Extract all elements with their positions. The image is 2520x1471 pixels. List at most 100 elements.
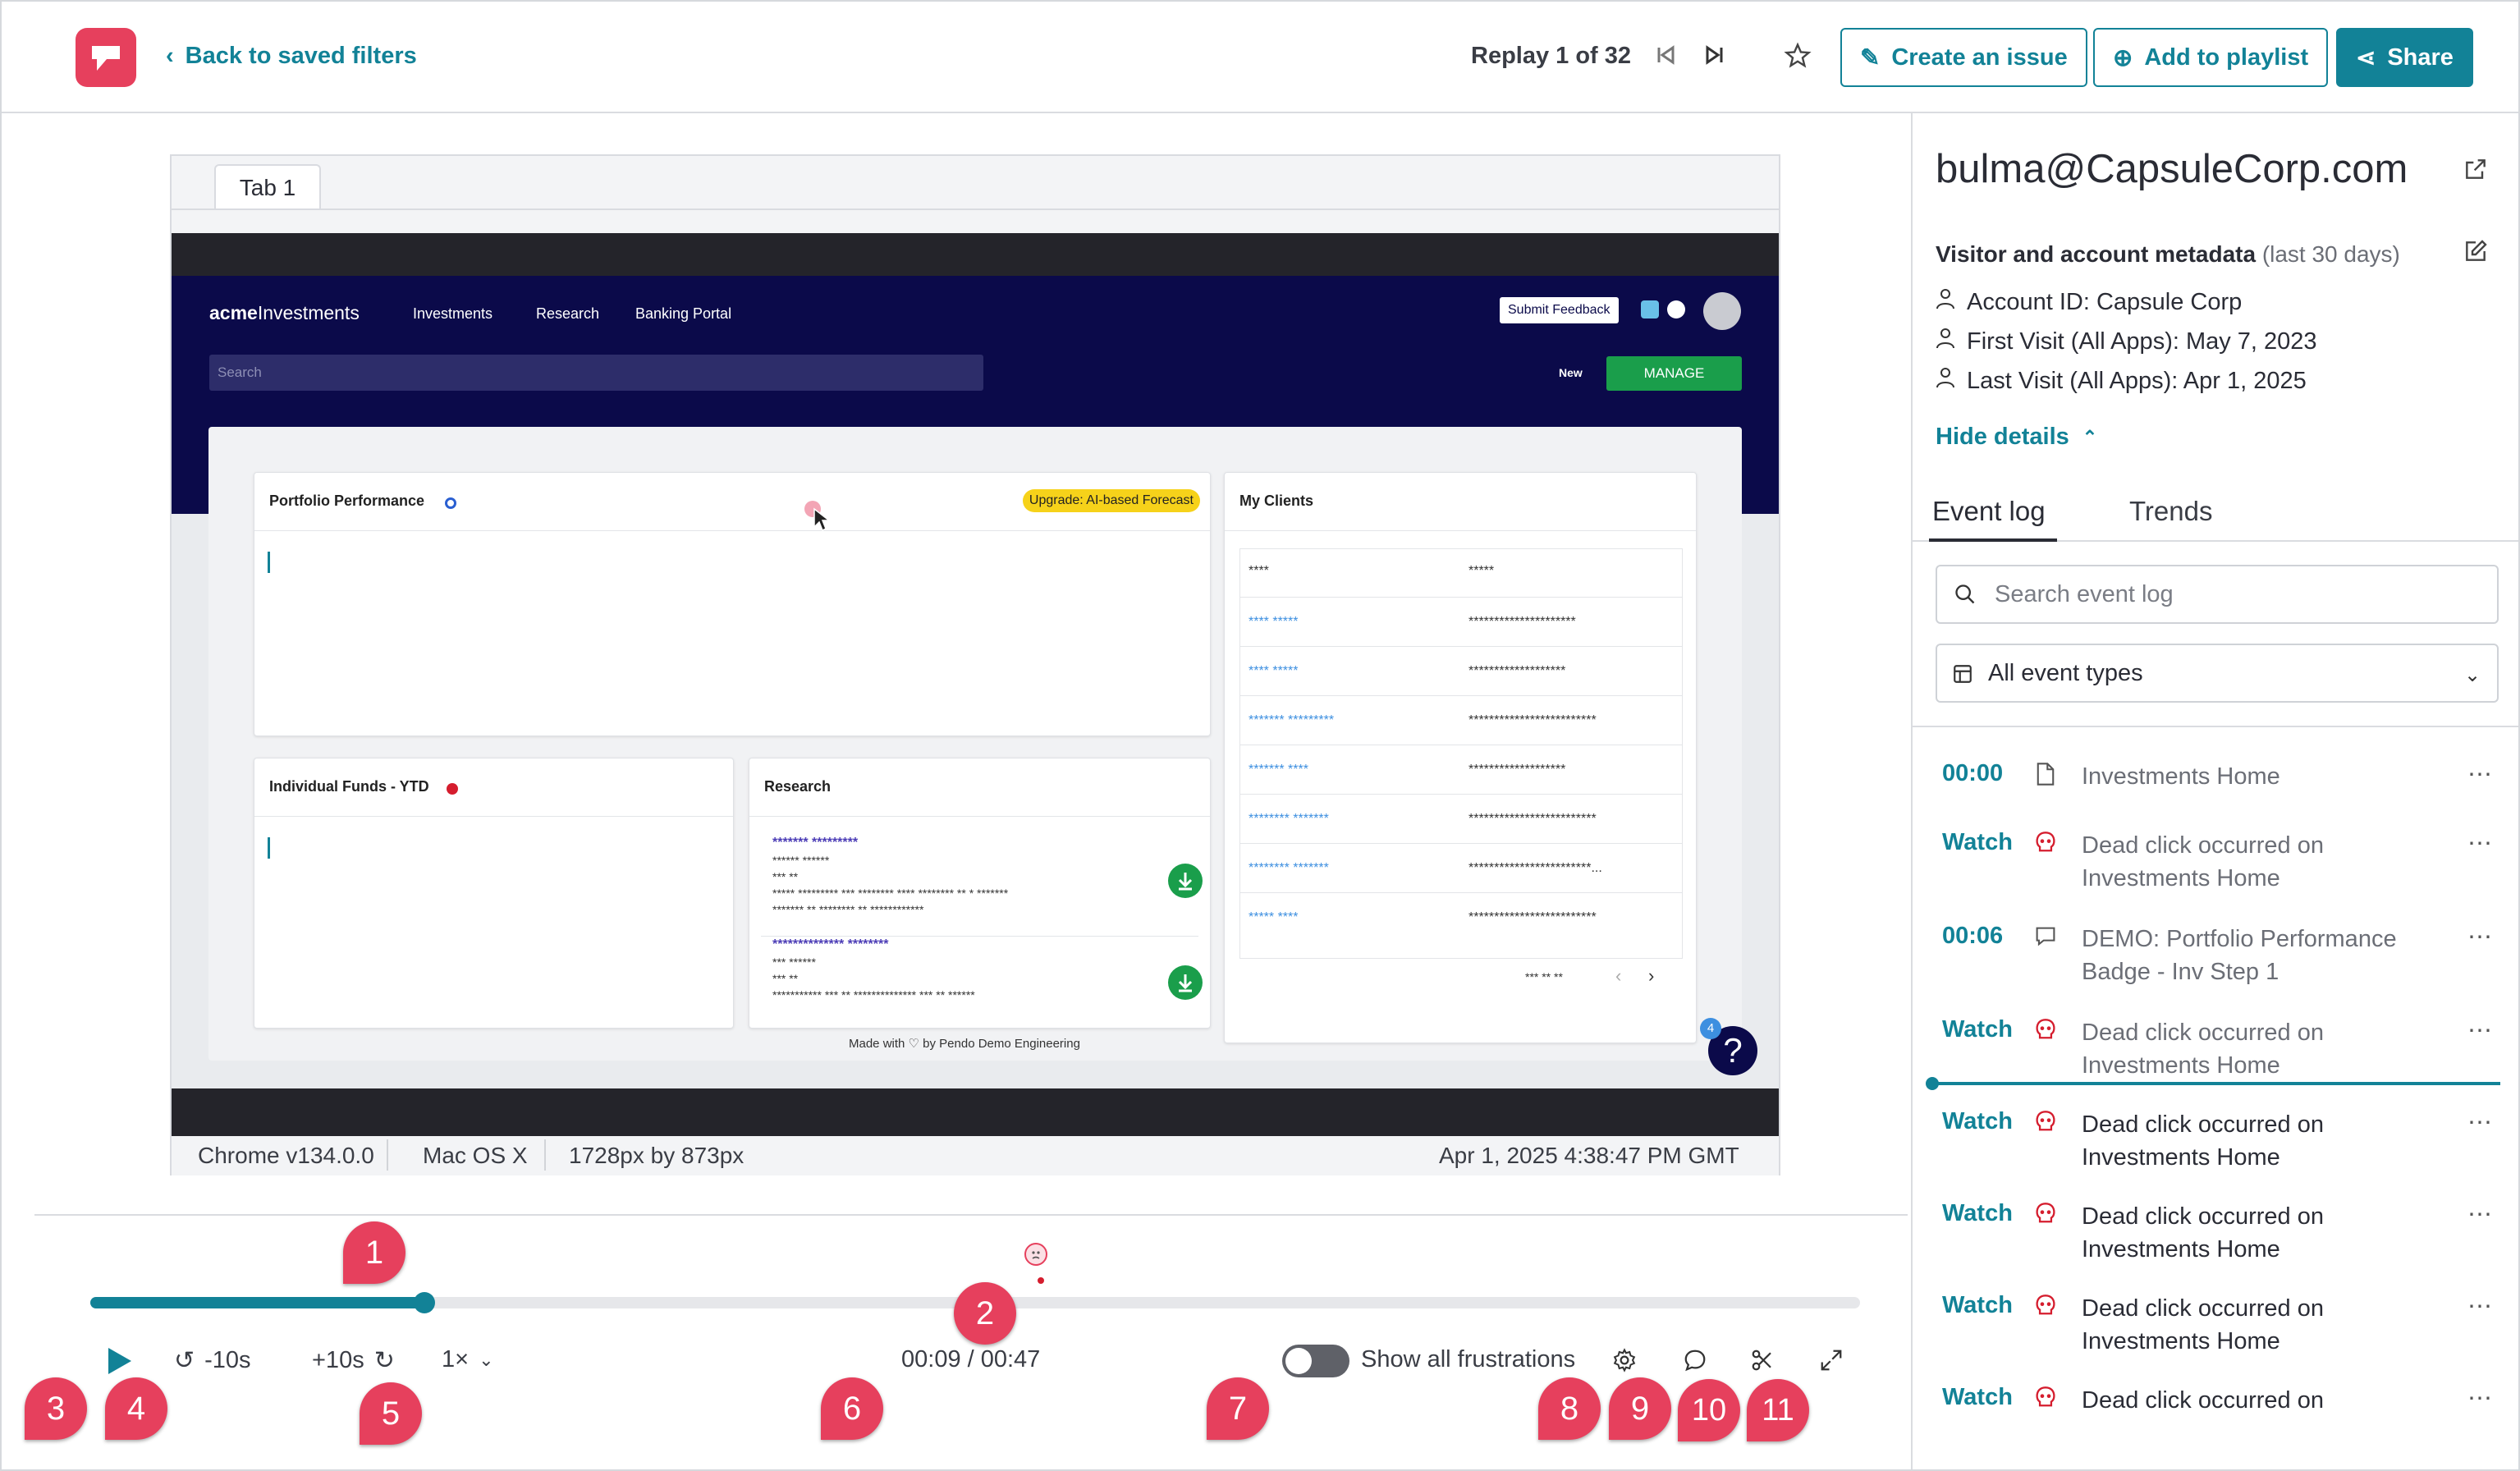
- active-tab-indicator: [1929, 538, 2057, 542]
- event-row[interactable]: Watch Dead click occurred on Investments…: [1913, 1200, 2518, 1282]
- app-nav-research: Research: [536, 305, 600, 322]
- client-value: *************************: [1468, 713, 1597, 727]
- frustrations-toggle[interactable]: [1282, 1345, 1349, 1377]
- event-row[interactable]: 00:06 DEMO: Portfolio Performance Badge …: [1913, 923, 2518, 1005]
- first-visit-row: First Visit (All Apps): May 7, 2023: [1936, 327, 2317, 356]
- os-info: Mac OS X: [423, 1143, 528, 1168]
- last-replay-icon[interactable]: [1702, 43, 1727, 67]
- chevron-up-icon: ⌃: [2082, 426, 2098, 447]
- first-replay-icon[interactable]: [1653, 43, 1678, 67]
- cursor-caret: [268, 837, 270, 859]
- more-options-icon[interactable]: ⋯: [2467, 1384, 2492, 1413]
- comment-icon[interactable]: [1683, 1348, 1707, 1372]
- tab-1[interactable]: Tab 1: [214, 164, 321, 210]
- more-options-icon[interactable]: ⋯: [2467, 829, 2492, 858]
- play-icon[interactable]: [105, 1346, 133, 1376]
- card-divider: [749, 816, 1210, 817]
- user-icon: [1936, 327, 1955, 356]
- clients-title: My Clients: [1239, 493, 1314, 509]
- event-text: Dead click occurred on Investments Home: [2082, 829, 2443, 895]
- tab-trends[interactable]: Trends: [2129, 496, 2212, 527]
- watch-link[interactable]: Watch: [1942, 1108, 2013, 1135]
- star-icon[interactable]: [1783, 41, 1812, 71]
- more-options-icon[interactable]: ⋯: [2467, 1108, 2492, 1137]
- annotation-marker: 9: [1609, 1377, 1671, 1440]
- tab-event-log[interactable]: Event log: [1932, 496, 2046, 527]
- app-logo[interactable]: [76, 28, 136, 87]
- client-name: ******** *******: [1249, 861, 1329, 875]
- playback-speed-select[interactable]: 1× ⌄: [442, 1346, 494, 1373]
- app-dashboard-panel: Portfolio Performance Upgrade: AI-based …: [208, 427, 1742, 1061]
- tab-divider: [172, 209, 1779, 210]
- more-options-icon[interactable]: ⋯: [2467, 1200, 2492, 1229]
- event-detail: occurred on: [2191, 1387, 2324, 1414]
- search-event-log-input[interactable]: Search event log: [1936, 565, 2499, 624]
- external-link-icon[interactable]: [2463, 156, 2489, 182]
- event-row[interactable]: Watch Dead click occurred on Investments…: [1913, 1292, 2518, 1374]
- user-icon: [1936, 287, 1955, 317]
- annotation-marker: 4: [105, 1377, 167, 1440]
- watch-link[interactable]: Watch: [1942, 829, 2013, 856]
- rewind-label: -10s: [204, 1347, 251, 1373]
- datetime-info: Apr 1, 2025 4:38:47 PM GMT: [1439, 1143, 1739, 1168]
- metadata-title: Visitor and account metadata (last 30 da…: [1936, 241, 2400, 268]
- session-info-bar: Chrome v134.0.0 Mac OS X 1728px by 873px…: [172, 1136, 1779, 1175]
- resolution-info: 1728px by 873px: [569, 1143, 745, 1168]
- more-options-icon[interactable]: ⋯: [2467, 1016, 2492, 1045]
- add-to-playlist-button[interactable]: ⊕ Add to playlist: [2093, 28, 2329, 87]
- speed-label: 1×: [442, 1346, 470, 1372]
- timeline-progress: [90, 1297, 425, 1308]
- event-text: Dead click occurred on Investments Home: [2082, 1016, 2443, 1082]
- guide-icon: [2034, 924, 2057, 949]
- rewind-10s-button[interactable]: ↺ -10s: [174, 1346, 251, 1375]
- client-value: *********************: [1468, 615, 1576, 629]
- event-row[interactable]: Watch Dead click occurred on Investments…: [1913, 1108, 2518, 1190]
- info-divider: [544, 1139, 546, 1171]
- download-icon: [1168, 864, 1203, 898]
- research-item-line: *** ******: [772, 955, 816, 969]
- watch-link[interactable]: Watch: [1942, 1200, 2013, 1227]
- toggle-knob: [1285, 1348, 1312, 1374]
- event-row[interactable]: Watch Dead click occurred on Investments…: [1913, 1016, 2518, 1098]
- clients-pager-label: *** ** **: [1525, 970, 1563, 983]
- event-type-select[interactable]: All event types: [1936, 644, 2499, 703]
- upgrade-badge: Upgrade: AI-based Forecast: [1022, 489, 1200, 512]
- back-label: Back to saved filters: [185, 43, 417, 69]
- event-time[interactable]: 00:06: [1942, 923, 2003, 950]
- frustration-face-icon[interactable]: [1024, 1243, 1047, 1266]
- replay-viewport[interactable]: acmeInvestments Investments Research Ban…: [172, 233, 1779, 1136]
- timeline-scrubber[interactable]: [414, 1292, 435, 1313]
- more-options-icon[interactable]: ⋯: [2467, 1292, 2492, 1321]
- scissors-icon[interactable]: [1750, 1348, 1775, 1372]
- clients-table: **** ***** **** ***** ******************…: [1239, 548, 1683, 959]
- create-issue-button[interactable]: ✎ Create an issue: [1840, 28, 2087, 87]
- forward-10s-button[interactable]: +10s ↻: [312, 1346, 395, 1375]
- research-item-line: ****** ******: [772, 854, 830, 867]
- time-display: 00:09 / 00:47: [901, 1346, 1041, 1372]
- event-row[interactable]: Watch Dead click occurred on Investments…: [1913, 829, 2518, 911]
- table-divider: [1240, 843, 1682, 844]
- watch-link[interactable]: Watch: [1942, 1384, 2013, 1411]
- gear-icon[interactable]: [1612, 1348, 1637, 1372]
- fullscreen-icon[interactable]: [1819, 1348, 1844, 1372]
- table-divider: [1240, 794, 1682, 795]
- hide-details-toggle[interactable]: Hide details ⌃: [1936, 424, 2097, 451]
- marker-number: 10: [1691, 1392, 1727, 1427]
- edit-icon[interactable]: [2463, 238, 2489, 264]
- clients-header-cell: *****: [1468, 564, 1495, 578]
- app-nav-investments: Investments: [413, 305, 493, 322]
- watch-link[interactable]: Watch: [1942, 1016, 2013, 1043]
- share-button[interactable]: ⋖ Share: [2336, 28, 2473, 87]
- more-options-icon[interactable]: ⋯: [2467, 923, 2492, 951]
- watch-link[interactable]: Watch: [1942, 1292, 2013, 1319]
- event-row[interactable]: Watch Dead click occurred on ⋯: [1913, 1384, 2518, 1466]
- timeline-divider: [34, 1214, 1908, 1216]
- more-options-icon[interactable]: ⋯: [2467, 760, 2492, 789]
- app-avatar: [1703, 292, 1741, 330]
- client-value: *************************: [1468, 910, 1597, 924]
- event-time[interactable]: 00:00: [1942, 760, 2003, 787]
- back-to-saved-filters-link[interactable]: ‹ Back to saved filters: [166, 43, 417, 70]
- user-icon: [1936, 366, 1955, 396]
- skull-icon: [2034, 1386, 2057, 1410]
- marker-number: 4: [126, 1390, 146, 1427]
